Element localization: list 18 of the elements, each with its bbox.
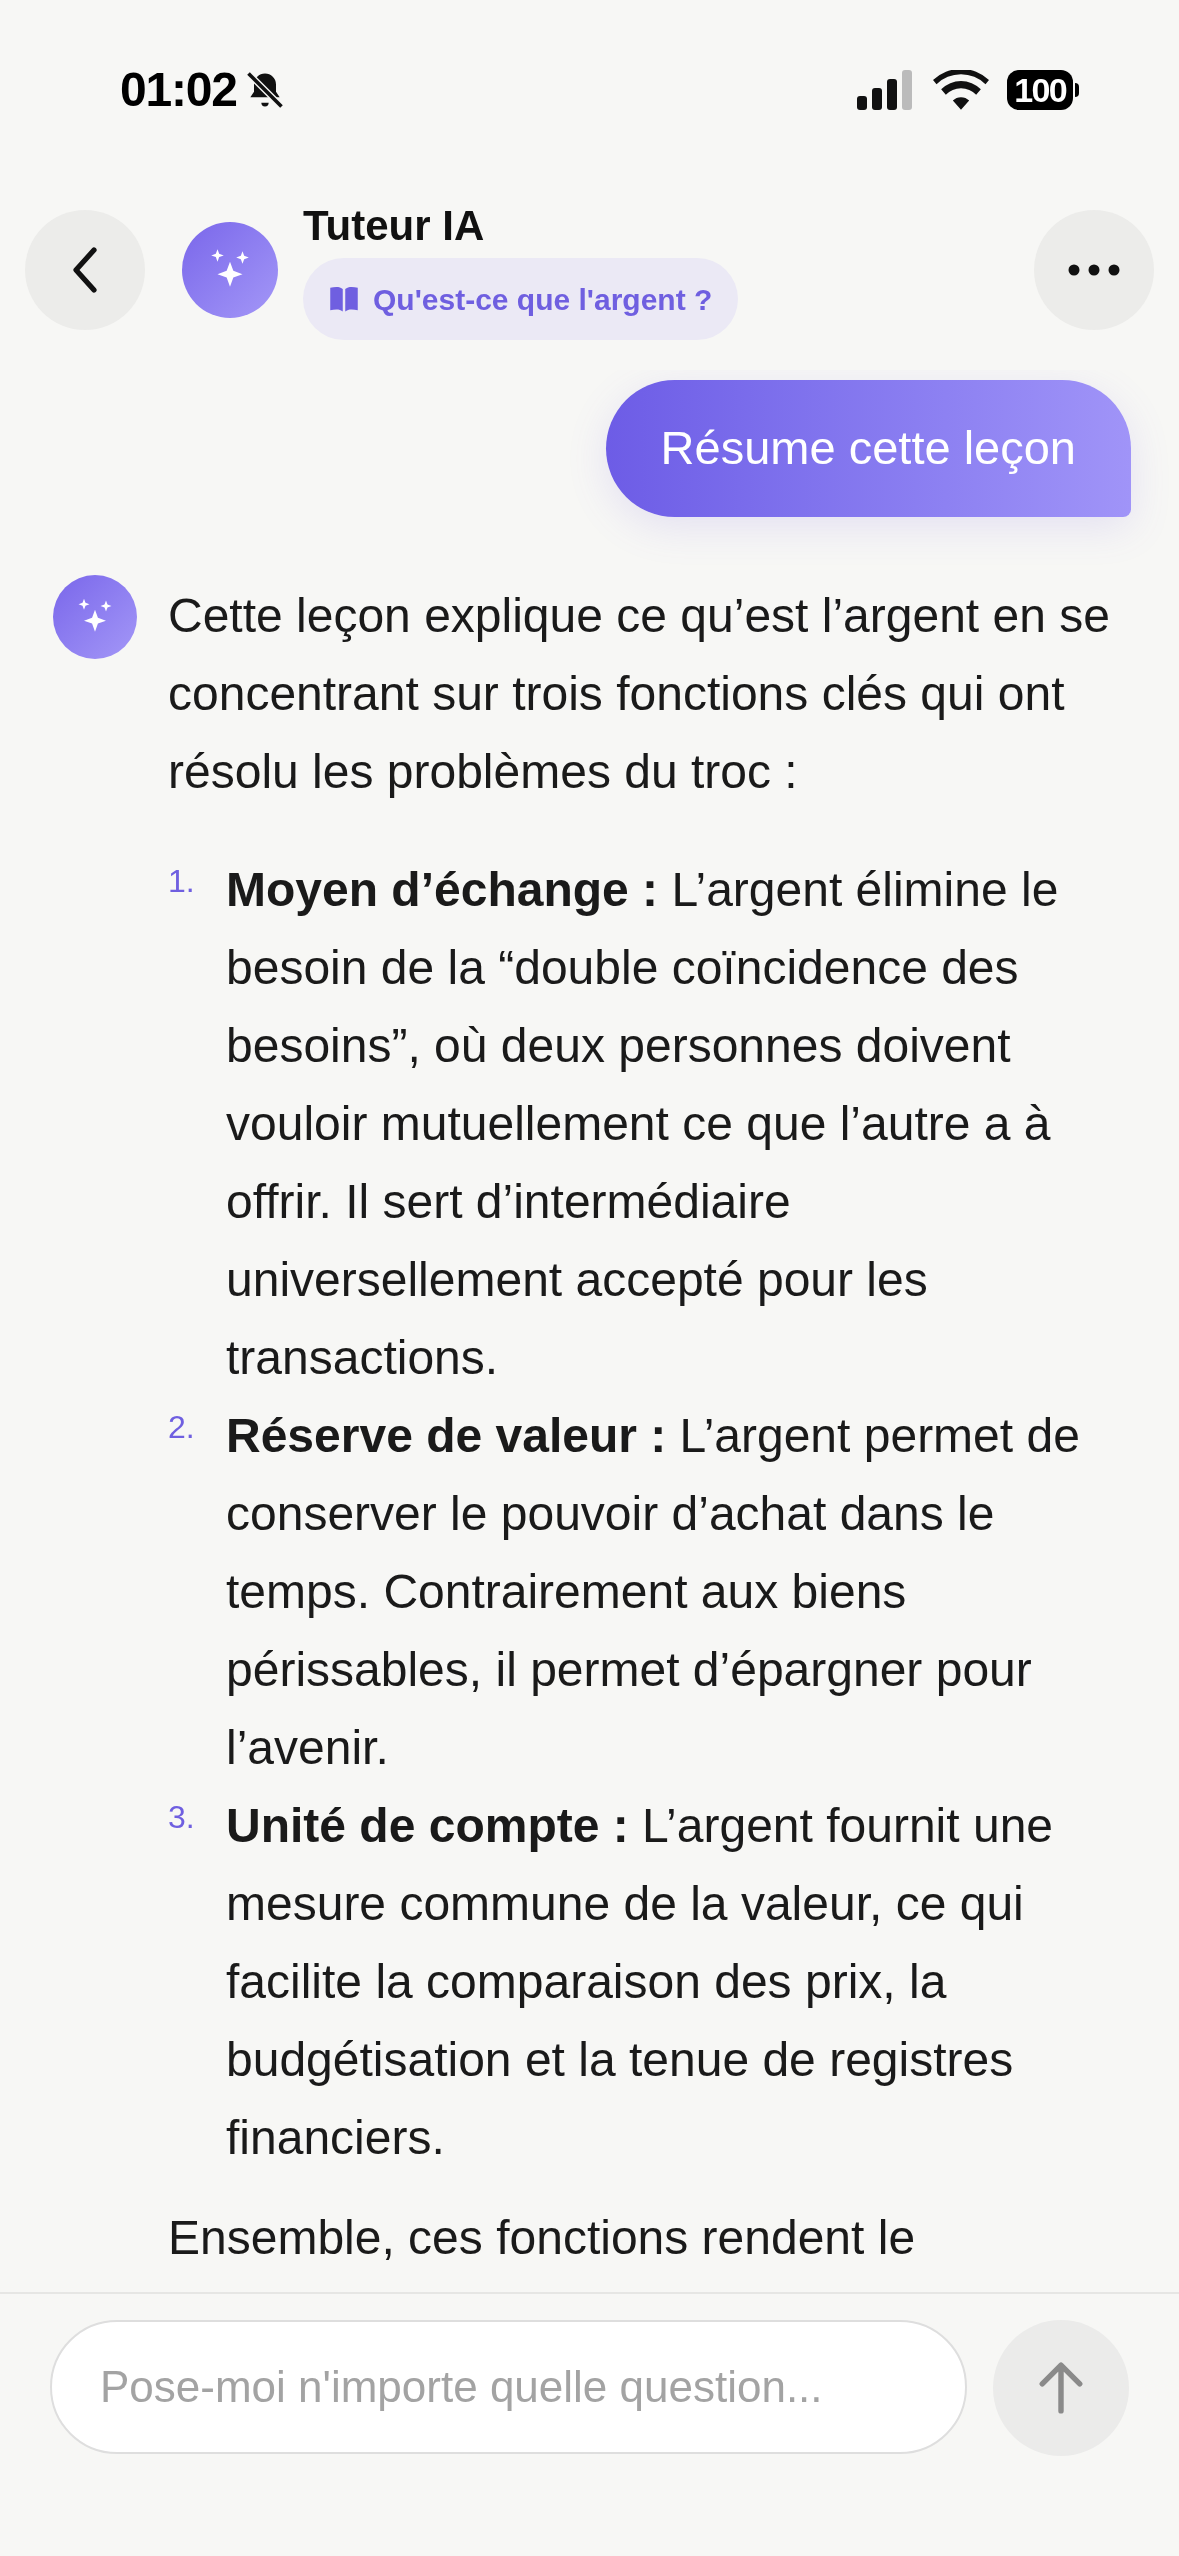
list-number: 1. <box>168 862 196 901</box>
message-input[interactable]: Pose-moi n'importe quelle question... <box>50 2320 967 2454</box>
book-icon <box>329 285 359 314</box>
user-message: Résume cette leçon <box>605 380 1131 517</box>
list-number: 3. <box>168 1798 196 1837</box>
list-item-text: Moyen d’échange : L’argent élimine le besoin de la “double coïncidence des besoins”, où deux personnes doivent vouloir mutuellement ce que l’autre a à offrir. Il sert d’intermédiaire universellement accepté pour les transactions. <box>226 862 1060 1386</box>
list-item-text: Unité de compte : L’argent fournit une mesure commune de la valeur, ce qui facilite la comparaison des prix, la budgétisation et la tenue de registres financiers. <box>226 1798 1054 2166</box>
more-icon <box>1068 264 1120 276</box>
back-icon <box>70 246 100 294</box>
list-number: 2. <box>168 1408 196 1447</box>
arrow-up-icon <box>1036 2360 1086 2416</box>
assistant-message: Cette leçon explique ce qu’est l’argent en se concentrant sur trois fonctions clés qui ont résolu les problèmes du troc : <box>168 588 1111 800</box>
list-item-text: Réserve de valeur : L’argent permet de conserver le pouvoir d’achat dans le temps. Contrairement aux biens périssables, il permet d’épargner pour l’avenir. <box>226 1408 1081 1776</box>
chat-title: Tuteur IA <box>303 200 485 251</box>
status-time: 01:02 <box>120 62 237 118</box>
lesson-chip[interactable]: Qu'est-ce que l'argent ? <box>303 258 739 341</box>
wifi-icon <box>933 70 990 110</box>
assistant-message: Ensemble, ces fonctions rendent le <box>168 2210 917 2266</box>
